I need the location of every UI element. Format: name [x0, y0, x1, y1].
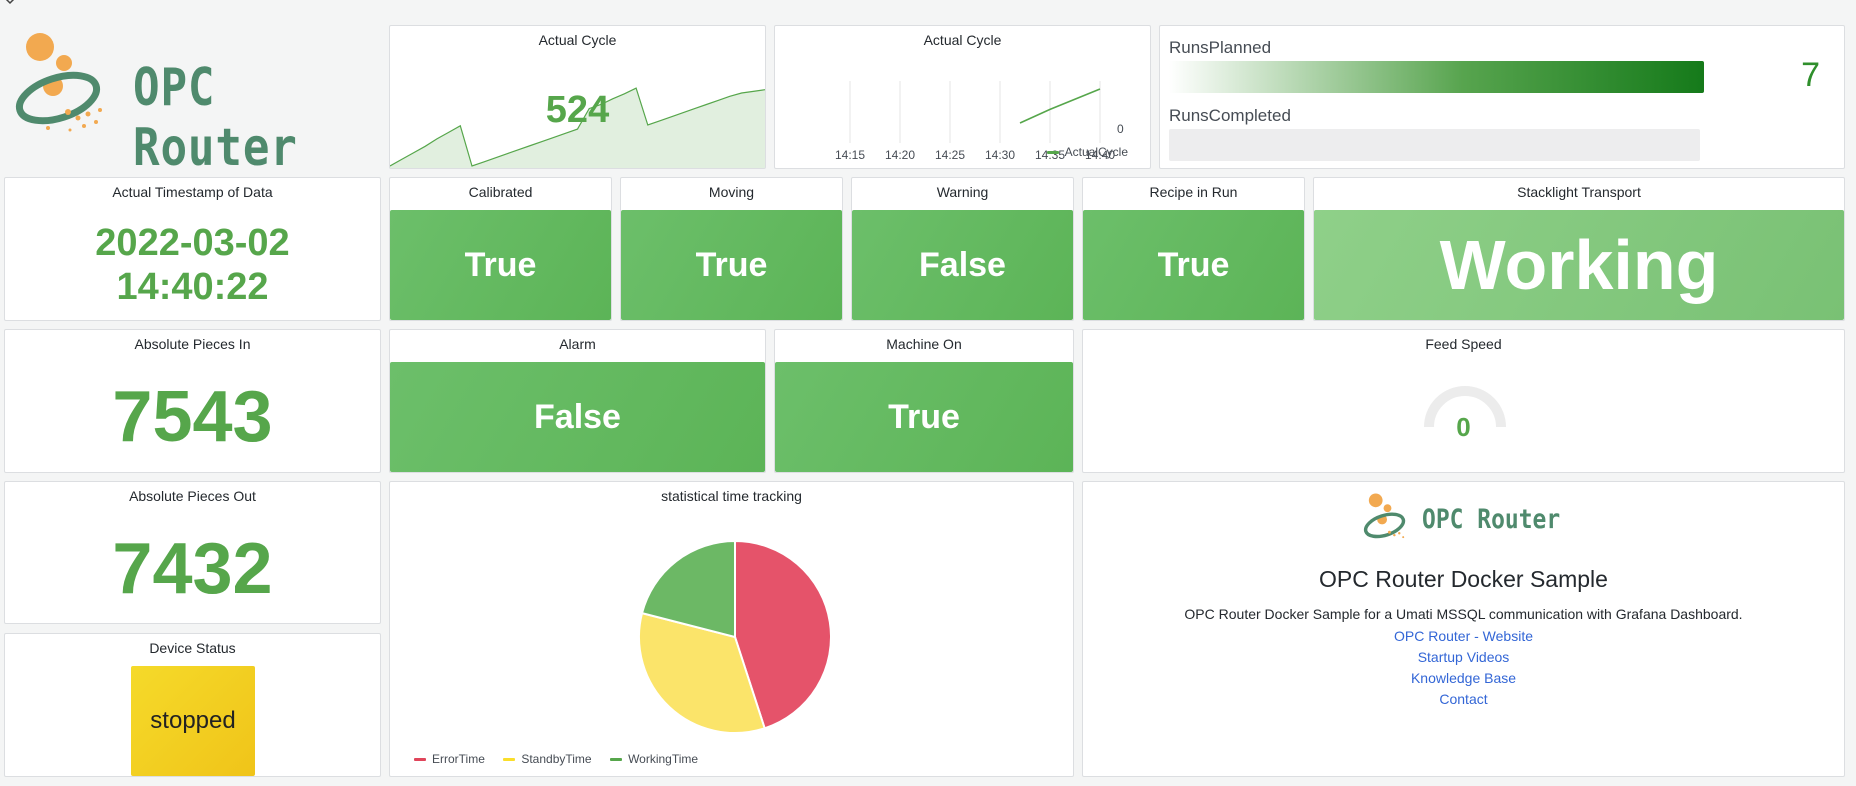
runs-planned-bar	[1169, 61, 1704, 93]
moving-panel: Moving True	[620, 177, 843, 321]
runs-bargauge-panel: RunsPlanned 7 RunsCompleted	[1159, 25, 1845, 169]
collapse-chevron-icon[interactable]	[4, 0, 16, 6]
series-line-actualcycle	[1019, 88, 1101, 124]
recipe-panel: Recipe in Run True	[1082, 177, 1305, 321]
actual-cycle-timeseries-panel: Actual Cycle 14:15 14:20 14:25 14:30 14:35 14…	[774, 25, 1151, 169]
moving-value: True	[695, 245, 768, 284]
recipe-value: True	[1157, 245, 1230, 284]
brand-logo: OPC Router	[8, 30, 378, 178]
runs-planned-value: 7	[1801, 56, 1820, 94]
panel-title: Warning	[936, 184, 989, 200]
pieces-in-panel: Absolute Pieces In 7543	[4, 329, 381, 473]
info-description: OPC Router Docker Sample for a Umati MSS…	[1184, 606, 1743, 622]
stacklight-status-tile: Working	[1314, 210, 1844, 320]
runs-completed-bar	[1169, 129, 1700, 161]
time-tracking-pie-chart	[638, 539, 832, 734]
opc-router-logo-icon	[15, 33, 102, 132]
legend-actualcycle[interactable]: ActualCycle	[1046, 145, 1128, 159]
stacklight-panel: Stacklight Transport Working	[1313, 177, 1845, 321]
panel-title: Actual Cycle	[923, 32, 1002, 48]
panel-title: Actual Cycle	[538, 32, 617, 48]
info-panel: OPC Router OPC Router Docker Sample OPC …	[1082, 481, 1845, 777]
pieces-out-panel: Absolute Pieces Out 7432	[4, 481, 381, 624]
calibrated-status-tile: True	[390, 210, 611, 320]
legend-workingtime[interactable]: WorkingTime	[610, 752, 698, 766]
panel-title: Feed Speed	[1425, 336, 1502, 352]
legend-standbytime[interactable]: StandbyTime	[503, 752, 592, 766]
device-status-tile: stopped	[131, 666, 255, 776]
warning-value: False	[919, 245, 1006, 284]
actual-cycle-value: 524	[545, 89, 610, 131]
panel-title: Device Status	[149, 640, 236, 656]
panel-title: Actual Timestamp of Data	[112, 184, 273, 200]
info-links: OPC Router - Website Startup Videos Know…	[1083, 626, 1844, 710]
pieces-in-value: 7543	[112, 377, 273, 457]
actual-cycle-stat-panel: Actual Cycle 524	[389, 25, 766, 169]
link-contact[interactable]: Contact	[1083, 689, 1844, 710]
alarm-panel: Alarm False	[389, 329, 766, 473]
pieces-out-value: 7432	[112, 529, 273, 609]
panel-title: statistical time tracking	[661, 488, 802, 504]
panel-title: Absolute Pieces Out	[129, 488, 256, 504]
x-tick-label: 14:20	[885, 148, 915, 162]
recipe-status-tile: True	[1083, 210, 1304, 320]
panel-title: Stacklight Transport	[1517, 184, 1641, 200]
info-heading: OPC Router Docker Sample	[1319, 566, 1608, 592]
panel-title: Calibrated	[468, 184, 533, 200]
device-status-value: stopped	[150, 707, 236, 734]
x-tick-label: 14:15	[835, 148, 865, 162]
brand-name: OPC Router	[133, 58, 298, 178]
runs-completed-label: RunsCompleted	[1169, 106, 1291, 125]
runs-planned-label: RunsPlanned	[1169, 38, 1272, 57]
panel-title: Alarm	[559, 336, 596, 352]
panel-title: Moving	[708, 184, 755, 200]
info-logo: OPC Router	[1360, 490, 1580, 550]
timestamp-panel: Actual Timestamp of Data 2022-03-02 14:4…	[4, 177, 381, 321]
opc-router-logo-icon	[1363, 493, 1406, 539]
device-status-panel: Device Status stopped	[4, 633, 381, 777]
time-tracking-panel: statistical time tracking ErrorTime Stan…	[389, 481, 1074, 777]
machine-on-status-tile: True	[775, 362, 1073, 472]
panel-title: Absolute Pieces In	[134, 336, 251, 352]
panel-title: Machine On	[886, 336, 962, 352]
feed-speed-panel: Feed Speed 0	[1082, 329, 1845, 473]
timestamp-date: 2022-03-02	[95, 222, 290, 264]
timestamp-time: 14:40:22	[116, 266, 269, 308]
link-opc-website[interactable]: OPC Router - Website	[1083, 626, 1844, 647]
legend-errortime[interactable]: ErrorTime	[414, 752, 485, 766]
warning-status-tile: False	[852, 210, 1073, 320]
alarm-status-tile: False	[390, 362, 765, 472]
link-startup-videos[interactable]: Startup Videos	[1083, 647, 1844, 668]
machine-on-value: True	[888, 397, 960, 436]
calibrated-panel: Calibrated True	[389, 177, 612, 321]
x-tick-label: 14:30	[985, 148, 1015, 162]
warning-panel: Warning False	[851, 177, 1074, 321]
link-knowledge-base[interactable]: Knowledge Base	[1083, 668, 1844, 689]
moving-status-tile: True	[621, 210, 842, 320]
panel-title: Recipe in Run	[1149, 184, 1238, 200]
x-tick-label: 14:25	[935, 148, 965, 162]
feed-speed-value: 0	[1456, 412, 1471, 442]
calibrated-value: True	[464, 245, 537, 284]
pie-legend: ErrorTime StandbyTime WorkingTime	[414, 748, 712, 766]
stacklight-value: Working	[1439, 226, 1719, 304]
y-tick-label: 0	[1117, 122, 1124, 136]
alarm-value: False	[534, 397, 621, 436]
info-logo-text: OPC Router	[1422, 504, 1561, 535]
machine-on-panel: Machine On True	[774, 329, 1074, 473]
